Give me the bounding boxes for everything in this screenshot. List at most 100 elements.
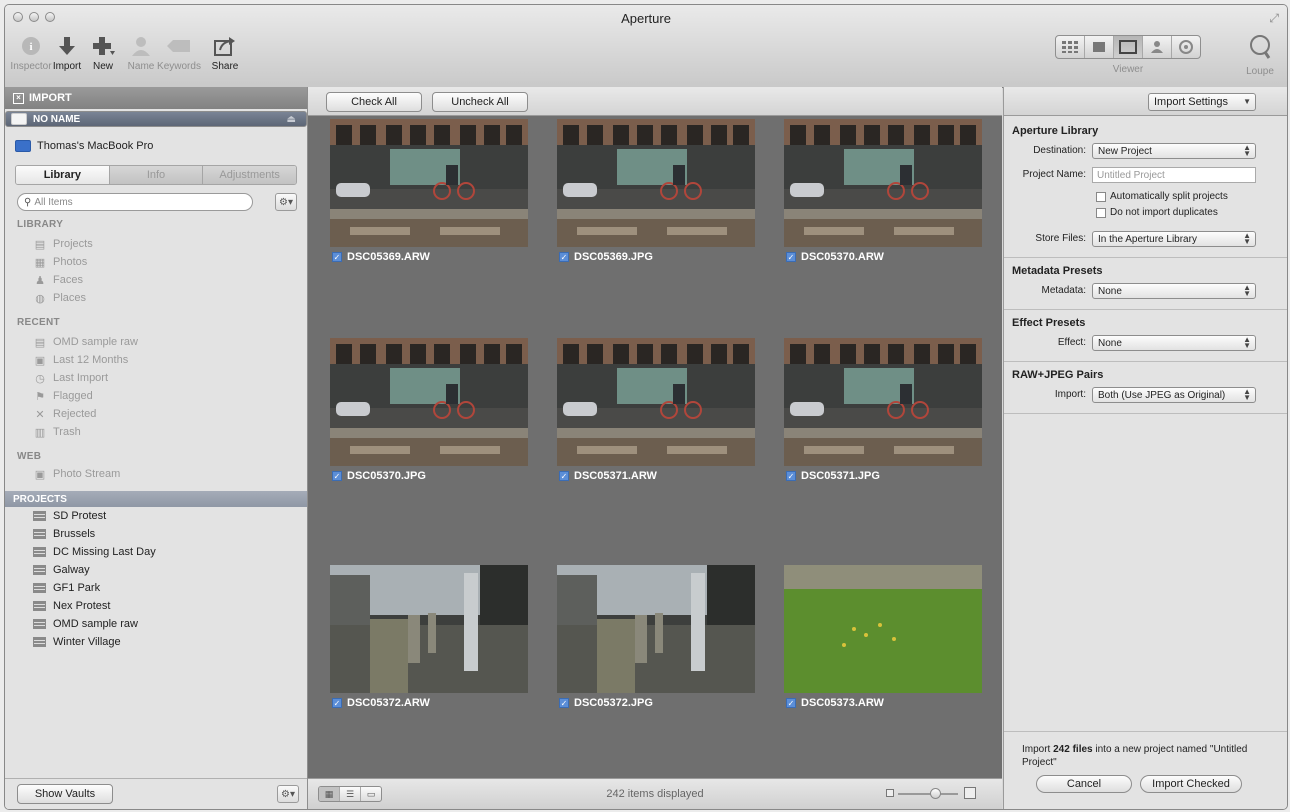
laptop-icon (15, 140, 31, 152)
photo-image (330, 565, 528, 693)
project-label: Winter Village (53, 636, 121, 648)
project-item[interactable]: OMD sample raw (33, 615, 138, 633)
photo-thumbnail[interactable] (784, 338, 982, 466)
photo-thumbnail[interactable] (557, 338, 755, 466)
large-thumb-icon (964, 787, 976, 799)
recent-item[interactable]: ▣ Last 12 Months (33, 351, 128, 369)
recent-item[interactable]: ◷ Last Import (33, 369, 108, 387)
photo-image (784, 565, 982, 693)
cancel-button[interactable]: Cancel (1036, 775, 1132, 793)
project-icon (33, 529, 46, 539)
project-icon: ▤ (34, 336, 46, 349)
metadata-value: None (1098, 285, 1122, 297)
photo-thumbnail[interactable] (784, 119, 982, 247)
split-projects-checkbox[interactable]: Automatically split projects (1096, 191, 1228, 202)
tab-library[interactable]: Library (16, 166, 110, 184)
projects-header[interactable]: PROJECTS (5, 491, 307, 507)
effect-value: None (1098, 337, 1122, 349)
recent-item-label: Last 12 Months (53, 354, 129, 366)
project-item[interactable]: GF1 Park (33, 579, 100, 597)
web-item-photo-stream[interactable]: ▣ Photo Stream (33, 465, 120, 483)
footer-action-button[interactable]: ⚙▾ (277, 785, 299, 803)
photo-checkbox[interactable]: ✓ (559, 252, 569, 262)
recent-item[interactable]: ▤ OMD sample raw (33, 333, 138, 351)
no-duplicates-checkbox[interactable]: Do not import duplicates (1096, 207, 1218, 218)
check-all-button[interactable]: Check All (326, 92, 422, 112)
show-vaults-button[interactable]: Show Vaults (17, 784, 113, 804)
split-projects-label: Automatically split projects (1110, 191, 1228, 202)
photo-thumbnail[interactable] (557, 565, 755, 693)
thumbnail-size-slider[interactable] (898, 793, 958, 795)
tab-info[interactable]: Info (109, 166, 204, 184)
photo-image (330, 119, 528, 247)
photo-image (557, 338, 755, 466)
photo-checkbox[interactable]: ✓ (786, 698, 796, 708)
photo-image (784, 338, 982, 466)
viewer-single-button[interactable] (1085, 36, 1114, 58)
photo-checkbox[interactable]: ✓ (332, 471, 342, 481)
import-settings-dropdown[interactable]: Import Settings ▼ (1148, 93, 1256, 111)
photo-thumbnail[interactable] (330, 338, 528, 466)
project-name-field[interactable]: Untitled Project (1092, 167, 1256, 183)
summary-count: 242 files (1053, 744, 1093, 755)
loupe-button[interactable]: Loupe (1243, 33, 1277, 77)
photo-thumbnail[interactable] (330, 565, 528, 693)
sidebar-action-button[interactable]: ⚙▾ (275, 193, 297, 211)
effect-select[interactable]: None ▲ ▼ (1092, 335, 1256, 351)
photo-caption: ✓ DSC05370.ARW (786, 250, 884, 264)
project-item[interactable]: Nex Protest (33, 597, 110, 615)
viewer-grid-button[interactable] (1056, 36, 1085, 58)
project-item[interactable]: Winter Village (33, 633, 121, 651)
recent-item[interactable]: ⚑ Flagged (33, 387, 93, 405)
photo-checkbox[interactable]: ✓ (786, 471, 796, 481)
viewer-split-button[interactable] (1114, 36, 1143, 58)
slider-knob[interactable] (930, 788, 941, 799)
metadata-select[interactable]: None ▲ ▼ (1092, 283, 1256, 299)
recent-item[interactable]: ▥ Trash (33, 423, 81, 441)
photo-caption: ✓ DSC05369.ARW (332, 250, 430, 264)
library-item-places[interactable]: ◍ Places (33, 289, 86, 307)
tab-adjustments[interactable]: Adjustments (203, 166, 296, 184)
uncheck-all-button[interactable]: Uncheck All (432, 92, 528, 112)
metadata-label: Metadata: (1041, 285, 1086, 296)
source-macbook[interactable]: Thomas's MacBook Pro (5, 135, 307, 157)
photo-thumbnail[interactable] (784, 565, 982, 693)
library-item-projects[interactable]: ▤ Projects (33, 235, 93, 253)
store-files-select[interactable]: In the Aperture Library ▲ ▼ (1092, 231, 1256, 247)
photo-checkbox[interactable]: ✓ (559, 698, 569, 708)
import-header[interactable]: × IMPORT (5, 87, 307, 109)
destination-select[interactable]: New Project ▲ ▼ (1092, 143, 1256, 159)
stepper-icon: ▲ ▼ (1243, 231, 1251, 246)
raw-import-select[interactable]: Both (Use JPEG as Original) ▲ ▼ (1092, 387, 1256, 403)
fullscreen-icon[interactable]: ⤢ (1269, 11, 1279, 26)
eject-icon[interactable]: ⏏ (287, 114, 296, 125)
project-icon (33, 637, 46, 647)
recent-item[interactable]: ✕ Rejected (33, 405, 96, 423)
project-label: DC Missing Last Day (53, 546, 156, 558)
library-item-photos[interactable]: ▦ Photos (33, 253, 87, 271)
photo-checkbox[interactable]: ✓ (332, 698, 342, 708)
share-button[interactable]: Share (203, 33, 247, 72)
import-checked-button[interactable]: Import Checked (1140, 775, 1242, 793)
source-no-name[interactable]: NO NAME ⏏ (5, 111, 307, 127)
project-item[interactable]: Brussels (33, 525, 95, 543)
project-item[interactable]: Galway (33, 561, 90, 579)
photo-thumbnail[interactable] (330, 119, 528, 247)
close-import-icon[interactable]: × (13, 92, 24, 104)
photo-checkbox[interactable]: ✓ (786, 252, 796, 262)
photo-checkbox[interactable]: ✓ (332, 252, 342, 262)
photo-filename: DSC05370.JPG (347, 470, 426, 482)
photo-checkbox[interactable]: ✓ (559, 471, 569, 481)
search-input[interactable]: ⚲ All Items (17, 193, 253, 211)
stepper-icon: ▲ ▼ (1243, 143, 1251, 158)
viewer-places-button[interactable] (1172, 36, 1200, 58)
project-item[interactable]: SD Protest (33, 507, 106, 525)
photo-thumbnail[interactable] (557, 119, 755, 247)
divider (1004, 731, 1287, 732)
raw-jpeg-header: RAW+JPEG Pairs (1012, 369, 1104, 381)
viewer-faces-button[interactable] (1143, 36, 1172, 58)
library-item-faces[interactable]: ♟ Faces (33, 271, 83, 289)
project-item[interactable]: DC Missing Last Day (33, 543, 156, 561)
keywords-button[interactable]: Keywords (157, 33, 201, 72)
photos-icon: ▦ (34, 256, 46, 269)
